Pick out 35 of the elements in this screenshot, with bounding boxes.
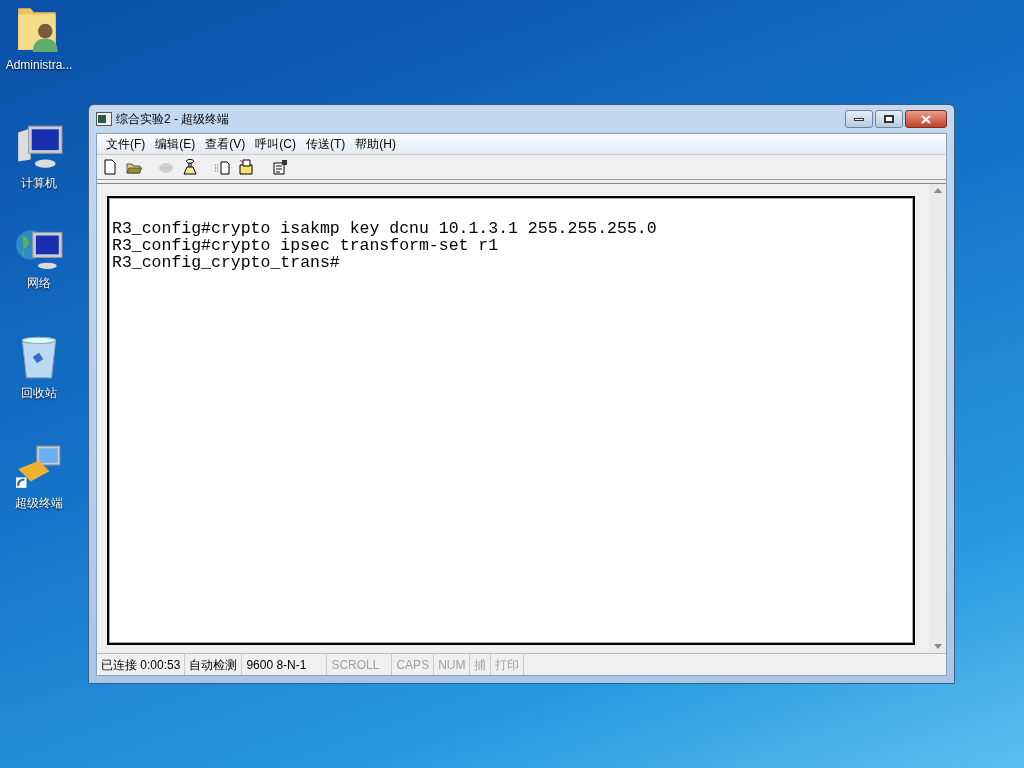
status-panel: 9600 8-N-1 [242, 654, 328, 675]
status-panel: SCROLL [327, 654, 393, 675]
terminal-line: R3_config_crypto_trans# [112, 254, 341, 271]
menu-item[interactable]: 文件(F) [101, 135, 151, 153]
scrollbar[interactable] [929, 184, 946, 653]
status-panel: 自动检测 [185, 654, 243, 675]
terminal-line: R3_config#crypto ipsec transform-set r1 [112, 237, 500, 254]
desktop-icon-label[interactable]: 回收站 [21, 384, 57, 402]
minimize-button[interactable] [845, 110, 873, 128]
desktop-icon-label[interactable]: 超级终端 [15, 494, 63, 512]
menu-item[interactable]: 查看(V) [200, 135, 251, 153]
status-panel: 已连接 0:00:53 [97, 654, 186, 675]
status-panel: CAPS [392, 654, 435, 675]
menu-item[interactable]: 帮助(H) [350, 135, 401, 153]
status-panel: 打印 [491, 654, 525, 675]
menu-item[interactable]: 编辑(E) [150, 135, 201, 153]
window-title: 综合实验2 - 超级终端 [116, 111, 230, 128]
desktop-icon-label[interactable]: 网络 [27, 274, 51, 292]
menu-item[interactable]: 传送(T) [301, 135, 351, 153]
close-icon [921, 114, 931, 124]
scroll-down-arrow-icon[interactable] [933, 644, 942, 649]
close-button[interactable] [905, 110, 947, 128]
properties-icon[interactable] [272, 159, 288, 175]
terminal-line: R3_config#crypto isakmp key dcnu 10.1.3.1 255.255.255.0 [112, 220, 658, 237]
maximize-button[interactable] [875, 110, 903, 128]
menu-item[interactable]: 呼叫(C) [250, 135, 301, 153]
desktop-icon-label[interactable]: Administra... [5, 56, 73, 74]
terminal-screen[interactable]: R3_config#crypto isakmp key dcnu 10.1.3.1 255.255.255.0 R3_config#crypto ipsec transform-set r1 R3_config_crypto_trans# [107, 196, 915, 645]
scroll-up-arrow-icon[interactable] [933, 188, 942, 193]
status-panel: 捕 [470, 654, 492, 675]
desktop-icon-label[interactable]: 计算机 [21, 174, 57, 192]
new-document-icon[interactable] [102, 159, 118, 175]
send-file-icon[interactable] [214, 159, 230, 175]
app-icon [96, 112, 112, 126]
status-panel: NUM [434, 654, 471, 675]
